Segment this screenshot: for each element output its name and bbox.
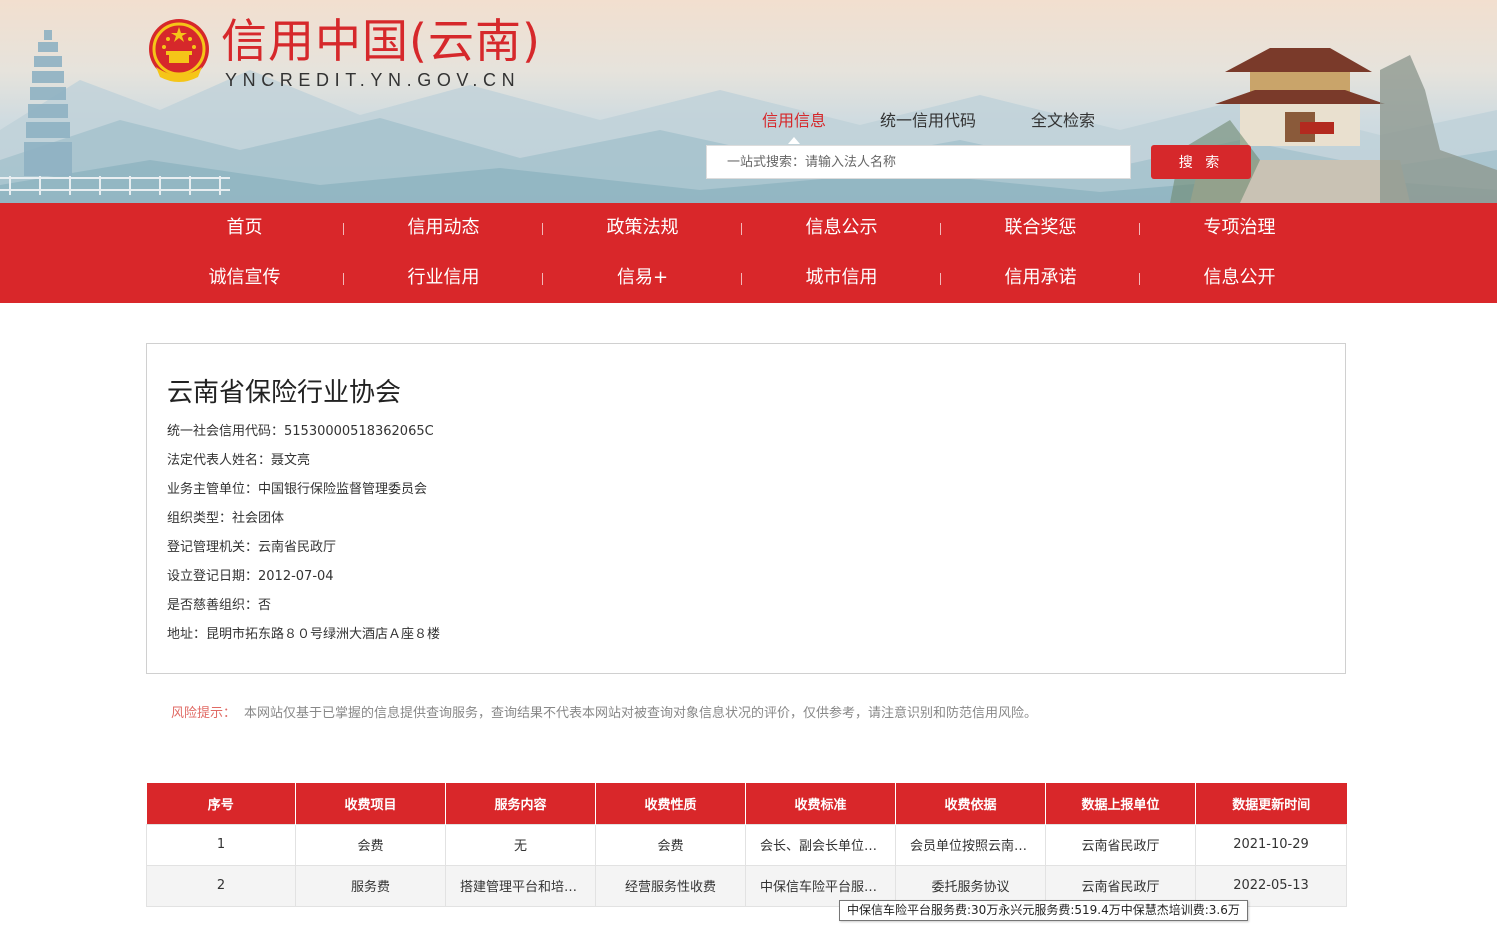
field-registration-date: 设立登记日期：2012-07-04: [167, 568, 334, 586]
column-header: 服务内容: [445, 783, 596, 824]
nav-item-credit-commitment[interactable]: 信用承诺: [941, 266, 1140, 290]
table-cell: 经营服务性收费: [595, 864, 746, 907]
table-cell: 会费: [595, 823, 746, 866]
field-value: 云南省民政厅: [258, 540, 337, 555]
field-supervising-unit: 业务主管单位：中国银行保险监督管理委员会: [167, 481, 427, 499]
nav-item-special-governance[interactable]: 专项治理: [1140, 216, 1339, 240]
table-cell: 服务费: [295, 864, 446, 907]
column-header: 收费依据: [895, 783, 1046, 824]
column-header: 数据更新时间: [1195, 783, 1347, 824]
org-info-card: 云南省保险行业协会 统一社会信用代码：51530000518362065C 法定…: [146, 343, 1346, 674]
table-cell: 2021-10-29: [1195, 823, 1347, 866]
column-header: 序号: [146, 783, 296, 824]
field-value: 否: [258, 598, 272, 613]
column-header: 收费性质: [595, 783, 746, 824]
table-row: 1 会费 无 会费 会长、副会长单位每年交纳会费… 会员单位按照云南省保险行业协…: [146, 823, 1347, 866]
table-cell[interactable]: 搭建管理平台和培训服务…: [445, 864, 596, 907]
field-registration-authority: 登记管理机关：云南省民政厅: [167, 539, 336, 557]
tab-full-text-search[interactable]: 全文检索: [1031, 110, 1095, 132]
nav-item-policy[interactable]: 政策法规: [543, 216, 742, 240]
table-cell[interactable]: 会员单位按照云南省保险行业协会章程…: [895, 823, 1046, 866]
field-legal-rep: 法定代表人姓名：聂文亮: [167, 452, 310, 470]
field-label: 设立登记日期：: [167, 569, 259, 584]
field-value: 昆明市拓东路８０号绿洲大酒店Ａ座８楼: [206, 627, 441, 642]
field-label: 法定代表人姓名：: [167, 453, 272, 468]
nav-item-city-credit[interactable]: 城市信用: [742, 266, 941, 290]
search-input[interactable]: [706, 145, 1131, 179]
field-label: 组织类型：: [167, 511, 233, 526]
nav-item-home[interactable]: 首页: [145, 216, 344, 240]
org-name: 云南省保险行业协会: [167, 378, 402, 408]
column-header: 收费项目: [295, 783, 446, 824]
field-value: 2012-07-04: [258, 569, 334, 584]
nav-item-joint-rewards[interactable]: 联合奖惩: [941, 216, 1140, 240]
national-emblem-icon: [149, 19, 209, 82]
field-label: 地址：: [167, 627, 207, 642]
field-address: 地址：昆明市拓东路８０号绿洲大酒店Ａ座８楼: [167, 626, 440, 644]
nav-item-industry-credit[interactable]: 行业信用: [344, 266, 543, 290]
risk-notice: 风险提示： 本网站仅基于已掌握的信息提供查询服务，查询结果不代表本网站对被查询对象…: [171, 705, 1037, 723]
nav-item-credit-news[interactable]: 信用动态: [344, 216, 543, 240]
field-label: 业务主管单位：: [167, 482, 259, 497]
field-credit-code: 统一社会信用代码：51530000518362065C: [167, 423, 434, 441]
table-cell: 无: [445, 823, 596, 866]
nav-item-info-public[interactable]: 信息公开: [1140, 266, 1339, 290]
field-value: 51530000518362065C: [284, 424, 434, 439]
field-org-type: 组织类型：社会团体: [167, 510, 284, 528]
nav-item-disclosure[interactable]: 信息公示: [742, 216, 941, 240]
field-label: 统一社会信用代码：: [167, 424, 285, 439]
nav-item-integrity-promotion[interactable]: 诚信宣传: [145, 266, 344, 290]
search-button[interactable]: 搜 索: [1151, 145, 1251, 179]
table-cell: 1: [146, 823, 296, 866]
tab-credit-info[interactable]: 信用信息: [762, 110, 826, 132]
main-nav: 首页 信用动态 政策法规 信息公示 联合奖惩 专项治理 诚信宣传 行业信用 信易…: [0, 203, 1497, 303]
nav-item-xinyi-plus[interactable]: 信易+: [543, 266, 742, 290]
site-title: 信用中国(云南): [221, 14, 541, 68]
header-banner: 信用中国(云南) YNCREDIT.YN.GOV.CN 信用信息 统一信用代码 …: [0, 0, 1497, 203]
risk-notice-label: 风险提示：: [171, 706, 237, 721]
field-charity: 是否慈善组织：否: [167, 597, 271, 615]
fee-table: 序号 收费项目 服务内容 收费性质 收费标准 收费依据 数据上报单位 数据更新时…: [146, 783, 1347, 907]
field-label: 是否慈善组织：: [167, 598, 259, 613]
table-cell: 2: [146, 864, 296, 907]
table-cell: 云南省民政厅: [1045, 823, 1196, 866]
cell-tooltip: 中保信车险平台服务费:30万永兴元服务费:519.4万中保慧杰培训费:3.6万: [839, 900, 1248, 921]
site-domain: YNCREDIT.YN.GOV.CN: [225, 70, 521, 90]
field-label: 登记管理机关：: [167, 540, 259, 555]
field-value: 聂文亮: [271, 453, 311, 468]
table-cell[interactable]: 会长、副会长单位每年交纳会费…: [745, 823, 896, 866]
tab-unified-credit-code[interactable]: 统一信用代码: [880, 110, 976, 132]
column-header: 数据上报单位: [1045, 783, 1196, 824]
field-value: 中国银行保险监督管理委员会: [258, 482, 428, 497]
table-cell: 会费: [295, 823, 446, 866]
table-header-row: 序号 收费项目 服务内容 收费性质 收费标准 收费依据 数据上报单位 数据更新时…: [146, 783, 1347, 824]
active-tab-caret-icon: [788, 137, 800, 144]
field-value: 社会团体: [232, 511, 285, 526]
risk-notice-text: 本网站仅基于已掌握的信息提供查询服务，查询结果不代表本网站对被查询对象信息状况的…: [244, 706, 1038, 721]
column-header: 收费标准: [745, 783, 896, 824]
